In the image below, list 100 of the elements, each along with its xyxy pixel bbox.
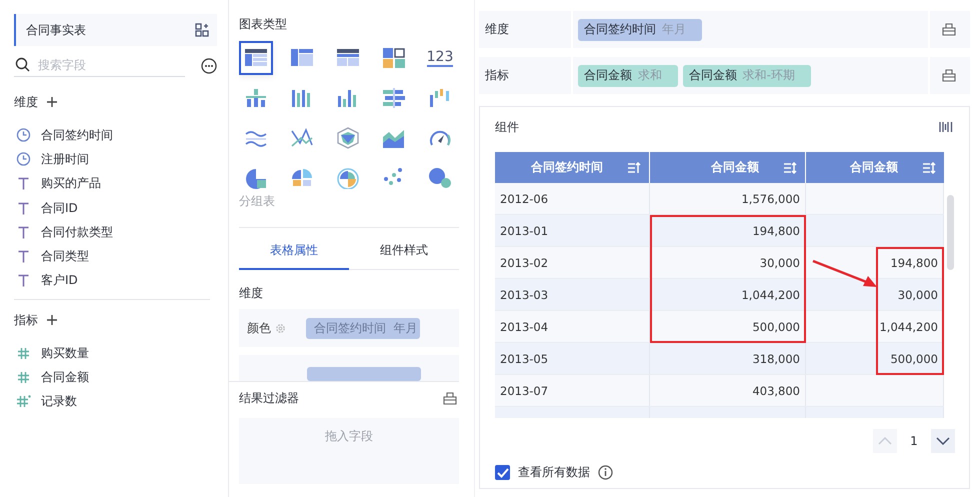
field-label: 合同签约时间 [41, 126, 113, 144]
section-title: 维度 [239, 285, 264, 301]
clock-icon [16, 128, 31, 142]
clock-icon [16, 152, 31, 166]
area-chart-icon [382, 127, 406, 149]
text-type-icon [16, 274, 31, 288]
info-icon[interactable] [598, 465, 613, 480]
section-title: 维度 [14, 94, 38, 110]
chart-type-option[interactable] [239, 41, 273, 75]
text-type-icon [16, 202, 31, 215]
table-cell: 2012-06 [500, 192, 548, 206]
card-title: 组件 [495, 118, 519, 136]
more-icon[interactable] [201, 58, 217, 74]
table-cell: 2013-04 [500, 320, 548, 334]
barcode-icon[interactable] [939, 121, 953, 133]
pie-icon [290, 167, 314, 189]
table-cell: 30,000 [760, 256, 800, 270]
line-chart-icon [290, 127, 314, 149]
field-label: 购买的产品 [41, 175, 101, 192]
search-field[interactable]: 搜索字段 [38, 58, 168, 72]
add-icon[interactable] [46, 96, 58, 108]
page-number: 1 [909, 434, 919, 448]
header-label: 合同金额 [850, 159, 898, 176]
field-label: 记录数 [41, 393, 77, 410]
stacked-bar-icon [244, 87, 268, 109]
field-tag[interactable]: 合同金额 求和-环期 [682, 64, 811, 86]
property-label: 颜色 [247, 320, 271, 336]
tab[interactable]: 表格属性 [239, 236, 349, 270]
sort-icon[interactable] [922, 162, 936, 174]
table-cell: 2013-01 [500, 224, 548, 238]
shelf-label: 指标 [479, 57, 573, 94]
field-item[interactable]: 注册时间 [14, 147, 216, 172]
drop-hint: 拖入字段 [325, 428, 373, 445]
field-item[interactable]: 合同类型 [14, 244, 216, 269]
table-cell: 194,800 [890, 256, 938, 270]
header-label: 合同签约时间 [531, 159, 603, 176]
radar-icon [336, 127, 360, 149]
header-label: 合同金额 [711, 159, 759, 176]
field-label: 合同金额 [41, 369, 89, 386]
checkbox-label: 查看所有数据 [518, 464, 590, 481]
field-tag[interactable]: 合同签约时间 年月 [578, 18, 702, 40]
add-icon[interactable] [46, 314, 58, 326]
horizontal-bar-icon [382, 87, 406, 109]
field-item[interactable]: 合同ID [14, 196, 216, 220]
dataset-header[interactable]: 合同事实表 [14, 14, 217, 46]
field-label: 合同ID [41, 200, 78, 217]
table-cell: 2013-02 [500, 256, 548, 270]
section-title: 指标 [14, 312, 38, 329]
field-item[interactable]: 记录数 [14, 390, 216, 414]
field-label: 合同付款类型 [41, 224, 113, 241]
table-cell: 2013-05 [500, 352, 548, 366]
number-label: 123 [426, 50, 454, 66]
table-cell: 1,576,000 [741, 192, 800, 206]
field-item[interactable]: 合同付款类型 [14, 220, 216, 244]
chart-type-hint: 分组表 [239, 193, 276, 210]
field-item[interactable]: 合同签约时间 [14, 123, 216, 148]
tab[interactable]: 组件样式 [349, 236, 459, 270]
scrollbar-thumb[interactable] [947, 195, 954, 270]
table-cell: 500,000 [890, 352, 938, 366]
hash-icon [16, 346, 31, 360]
grid-icon [382, 47, 406, 69]
field-label: 合同类型 [41, 248, 89, 266]
section-title: 图表类型 [239, 16, 288, 32]
next-page-button[interactable] [931, 429, 955, 453]
field-tag[interactable]: 合同金额 求和 [578, 64, 678, 86]
table-cell: 194,800 [752, 224, 800, 238]
search-icon [15, 57, 30, 72]
table-cell: 30,000 [898, 288, 938, 302]
crosstab-icon [290, 47, 314, 69]
chevron-up-icon [878, 437, 892, 445]
waterfall-icon [428, 87, 452, 109]
pie-icon [244, 167, 268, 189]
bubble-icon [428, 167, 452, 189]
table-cell: 403,800 [752, 384, 800, 398]
field-label: 购买数量 [41, 344, 89, 362]
checkbox[interactable] [495, 465, 510, 480]
table-icon [336, 47, 360, 69]
hash-icon [16, 371, 31, 384]
chart-type-option[interactable]: 123 [423, 41, 457, 75]
field-item[interactable]: 合同金额 [14, 365, 216, 390]
table-icon [244, 47, 268, 69]
section-title: 结果过滤器 [239, 390, 299, 406]
hash-icon [16, 395, 31, 408]
field-item[interactable]: 购买的产品 [14, 172, 216, 196]
field-label: 注册时间 [41, 150, 89, 168]
table-cell: 1,044,200 [879, 320, 938, 334]
sort-icon[interactable] [627, 162, 641, 174]
rose-chart-icon [336, 167, 360, 189]
table-cell: 2013-07 [500, 384, 548, 398]
field-item[interactable]: 客户ID [14, 268, 216, 294]
field-label: 客户ID [41, 272, 78, 290]
text-type-icon [16, 226, 31, 239]
table-cell: 500,000 [752, 320, 800, 334]
sort-icon[interactable] [783, 162, 797, 174]
switch-icon[interactable] [195, 23, 209, 37]
table-cell: 318,000 [752, 352, 800, 366]
shelf-label: 维度 [479, 11, 573, 48]
field-item[interactable]: 购买数量 [14, 341, 216, 366]
table-cell: 2013-03 [500, 288, 548, 302]
table-cell: 1,044,200 [741, 288, 800, 302]
